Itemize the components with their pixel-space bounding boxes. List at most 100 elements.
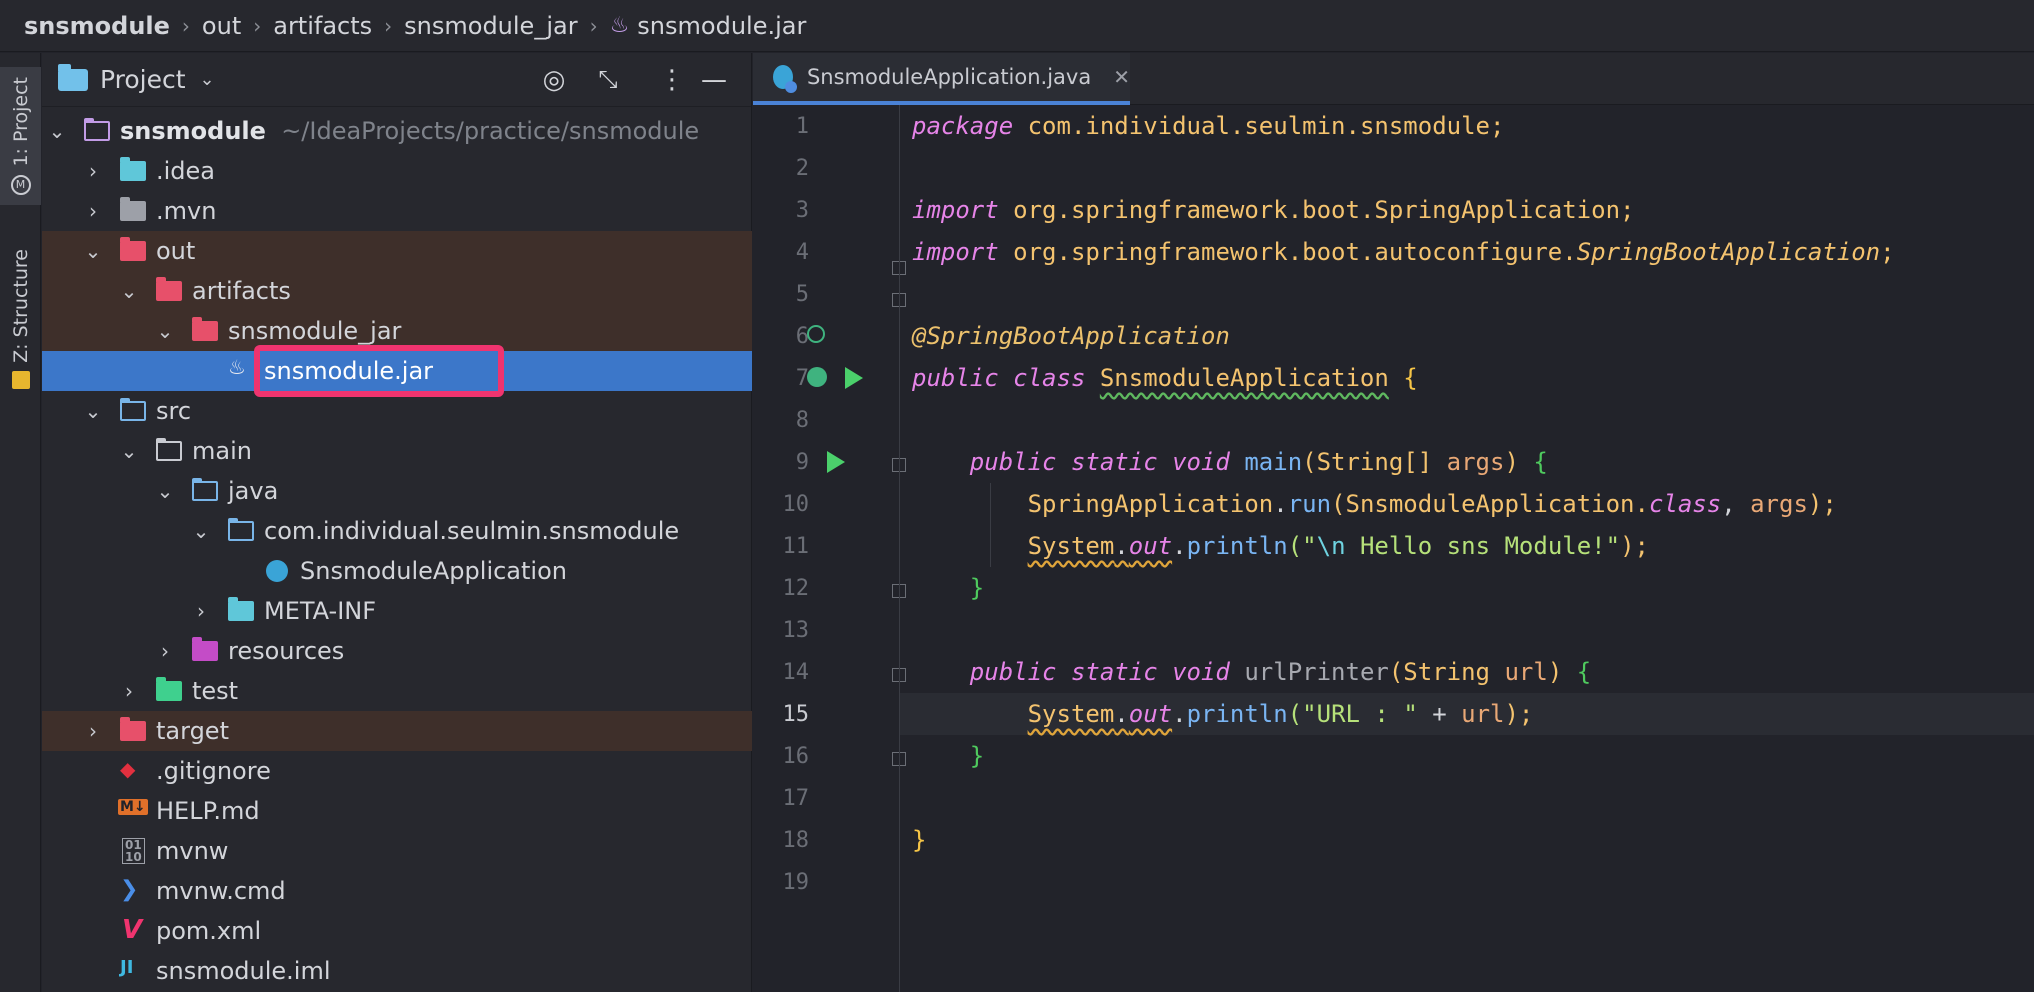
tool-tab-project[interactable]: 1: Project M (0, 67, 41, 205)
tool-tab-structure[interactable]: Z: Structure (0, 239, 41, 399)
tree-item[interactable]: ⌄ java (42, 471, 752, 511)
code-token: \n (1316, 532, 1346, 560)
spring-bean-icon[interactable] (807, 325, 825, 343)
tree-item[interactable]: › resources (42, 631, 752, 671)
tree-item[interactable]: M↓ HELP.md (42, 791, 752, 831)
tree-item-selected[interactable]: ♨ snsmodule.jar (42, 345, 752, 397)
code-line: } (900, 567, 2034, 609)
chevron-down-icon[interactable]: ⌄ (120, 439, 138, 463)
tree-item[interactable]: ⌄ artifacts (42, 271, 752, 311)
tree-item[interactable]: SnsmoduleApplication (42, 551, 752, 591)
tree-item[interactable]: 01 10 mvnw (42, 831, 752, 871)
tree-item[interactable]: ⌄ snsmodule ~/IdeaProjects/practice/snsm… (42, 111, 752, 151)
code-token: { (1403, 364, 1418, 392)
tree-item[interactable]: ◆ .gitignore (42, 751, 752, 791)
tree-item[interactable]: ⌄ out (42, 231, 752, 271)
panel-title[interactable]: Project (100, 65, 186, 94)
chevron-down-icon[interactable]: ⌄ (156, 319, 174, 343)
code-token: (" (1287, 532, 1317, 560)
jar-icon: ♨ (609, 13, 630, 38)
line-number: 1 (795, 114, 809, 139)
chevron-right-icon[interactable]: › (192, 599, 210, 623)
chevron-right-icon: › (253, 13, 262, 38)
excluded-folder-icon (156, 277, 182, 301)
code-token: . (1172, 700, 1187, 728)
line-number: 6 (795, 324, 809, 349)
chevron-down-icon[interactable]: ⌄ (48, 119, 66, 143)
tree-item-label: snsmodule_jar (228, 317, 402, 345)
close-icon[interactable]: ✕ (1113, 65, 1130, 89)
code-line: public static void urlPrinter(String url… (900, 651, 2034, 693)
excluded-folder-icon (192, 317, 218, 341)
chevron-right-icon[interactable]: › (84, 199, 102, 223)
code-line: } (900, 819, 2034, 861)
run-icon[interactable] (827, 451, 845, 473)
code-area[interactable]: package com.individual.seulmin.snsmodule… (900, 105, 2034, 992)
tree-item-path: ~/IdeaProjects/practice/snsmodule (281, 117, 700, 145)
more-options-icon[interactable]: ⋮ (656, 65, 688, 95)
test-folder-icon (156, 677, 182, 701)
spring-bean-icon[interactable] (807, 367, 827, 387)
tree-item[interactable]: ⌄ main (42, 431, 752, 471)
code-line-current: System.out.println("URL : " + url); (900, 693, 2034, 735)
chevron-right-icon[interactable]: › (156, 639, 174, 663)
chevron-down-icon[interactable]: ⌄ (84, 399, 102, 423)
editor-tab-active[interactable]: SnsmoduleApplication.java ✕ (753, 53, 1130, 105)
target-icon[interactable]: ◎ (538, 65, 570, 95)
code-token: System (1027, 700, 1115, 728)
tree-item[interactable]: › .idea (42, 151, 752, 191)
line-number: 9 (795, 450, 809, 475)
tree-item[interactable]: › META-INF (42, 591, 752, 631)
code-token: org.springframework.boot.autoconfigure. (1013, 238, 1577, 266)
panel-header: Project ⌄ ◎ ⤡ ⋮ — (42, 53, 751, 107)
chevron-down-icon[interactable]: ⌄ (120, 279, 138, 303)
run-icon[interactable] (845, 367, 863, 389)
code-line: } (900, 735, 2034, 777)
tree-item[interactable]: ⌄ src (42, 391, 752, 431)
code-token: public static void (969, 658, 1230, 686)
code-line: public static void main(String[] args) { (900, 441, 2034, 483)
breadcrumb-item[interactable]: snsmodule (24, 12, 170, 40)
chevron-down-icon[interactable]: ⌄ (200, 69, 215, 90)
code-token: . (1273, 490, 1288, 518)
tree-item[interactable]: ⌄ snsmodule_jar (42, 311, 752, 351)
tree-item[interactable]: › test (42, 671, 752, 711)
code-token: ); (1807, 490, 1837, 518)
chevron-right-icon[interactable]: › (120, 679, 138, 703)
tree-item[interactable]: › target (42, 711, 752, 751)
tree-item[interactable]: V pom.xml (42, 911, 752, 951)
tree-item[interactable]: › .mvn (42, 191, 752, 231)
tree-item[interactable]: ⌄ com.individual.seulmin.snsmodule (42, 511, 752, 551)
line-number: 10 (782, 492, 810, 517)
tree-item-label: src (156, 397, 192, 425)
code-token: args (1446, 448, 1505, 476)
breadcrumb-item[interactable]: artifacts (273, 12, 372, 40)
breadcrumb-item[interactable]: snsmodule_jar (404, 12, 577, 40)
module-folder-icon (84, 118, 110, 141)
chevron-down-icon[interactable]: ⌄ (192, 519, 210, 543)
chevron-down-icon[interactable]: ⌄ (156, 479, 174, 503)
project-tree: ⌄ snsmodule ~/IdeaProjects/practice/snsm… (42, 111, 752, 991)
chevron-down-icon[interactable]: ⌄ (84, 239, 102, 263)
code-token: main (1244, 448, 1303, 476)
code-token: class (1648, 490, 1722, 518)
tree-item-label: artifacts (192, 277, 291, 305)
breadcrumb-item[interactable]: snsmodule.jar (637, 12, 806, 40)
breadcrumb-item[interactable]: out (202, 12, 241, 40)
tree-item[interactable]: JI snsmodule.iml (42, 951, 752, 991)
tree-item-label: com.individual.seulmin.snsmodule (264, 517, 680, 545)
code-token: ); (1504, 700, 1534, 728)
chevron-right-icon[interactable]: › (84, 159, 102, 183)
code-token: ) (1504, 448, 1519, 476)
chevron-right-icon[interactable]: › (84, 719, 102, 743)
tree-item-label: mvnw (156, 837, 229, 865)
line-number: 7 (795, 366, 809, 391)
tree-item[interactable]: ❯ mvnw.cmd (42, 871, 752, 911)
editor-tab-bar: SnsmoduleApplication.java ✕ (753, 53, 2034, 105)
shell-script-icon: ❯ (120, 877, 139, 902)
line-number: 14 (782, 660, 810, 685)
breadcrumb: snsmodule › out › artifacts › snsmodule_… (0, 0, 2034, 52)
collapse-all-icon[interactable]: ⤡ (592, 65, 624, 93)
minimize-icon[interactable]: — (698, 65, 730, 95)
code-token: (String (1388, 658, 1490, 686)
